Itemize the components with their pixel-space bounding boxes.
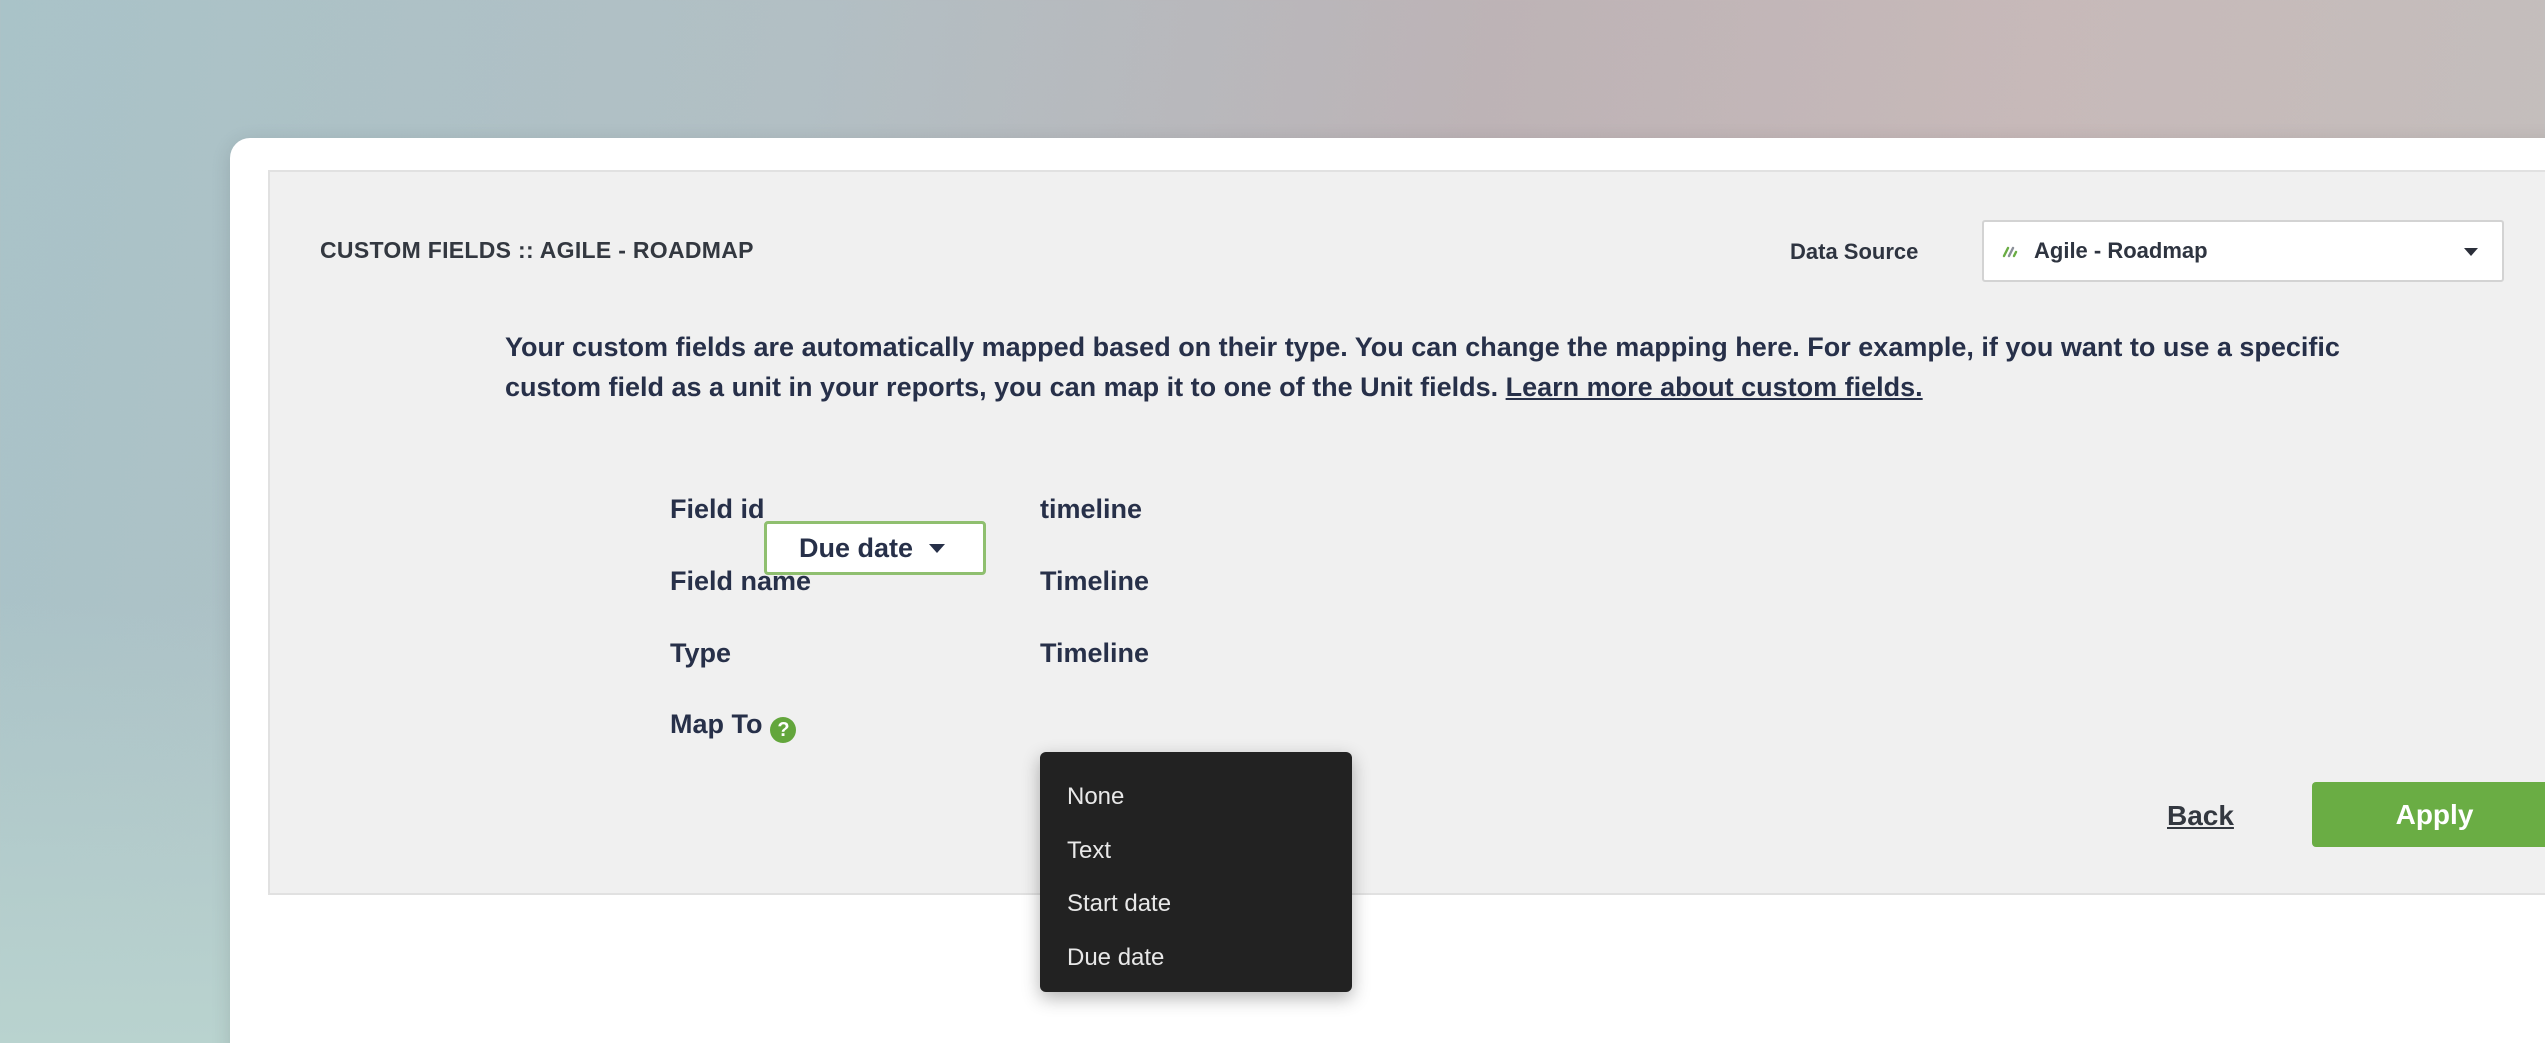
learn-more-link[interactable]: Learn more about custom fields.	[1506, 372, 1923, 402]
option-start-date[interactable]: Start date	[1040, 877, 1352, 931]
map-to-selected-value: Due date	[799, 532, 914, 563]
option-due-date[interactable]: Due date	[1040, 931, 1352, 985]
question-circle-icon[interactable]: ?	[770, 717, 797, 743]
option-none[interactable]: None	[1040, 770, 1352, 824]
type-value: Timeline	[1040, 638, 1150, 668]
type-label: Type	[670, 638, 732, 668]
description: Your custom fields are automatically map…	[505, 327, 2405, 407]
roadmap-logo-icon	[2002, 246, 2018, 258]
field-id-label: Field id	[670, 494, 765, 524]
caret-down-icon	[929, 543, 946, 553]
data-source-value: Agile - Roadmap	[2034, 238, 2208, 263]
back-link[interactable]: Back	[2167, 800, 2234, 832]
chevron-down-icon	[2464, 248, 2478, 256]
field-id-value: timeline	[1040, 494, 1143, 524]
background-accent	[0, 600, 240, 1043]
map-to-select[interactable]: Due date	[764, 521, 986, 575]
map-to-label: Map To?	[670, 709, 797, 743]
page-title: CUSTOM FIELDS :: AGILE - ROADMAP	[320, 237, 754, 263]
apply-button[interactable]: Apply	[2312, 782, 2545, 847]
option-text[interactable]: Text	[1040, 824, 1352, 878]
map-to-dropdown-menu: None Text Start date Due date	[1040, 752, 1352, 992]
map-to-label-text: Map To	[670, 709, 763, 739]
data-source-select[interactable]: Agile - Roadmap	[1982, 220, 2504, 282]
field-name-value: Timeline	[1040, 566, 1150, 596]
description-text: Your custom fields are automatically map…	[505, 332, 2340, 402]
data-source-label: Data Source	[1790, 239, 1919, 264]
custom-fields-panel: CUSTOM FIELDS :: AGILE - ROADMAP Data So…	[268, 170, 2545, 895]
